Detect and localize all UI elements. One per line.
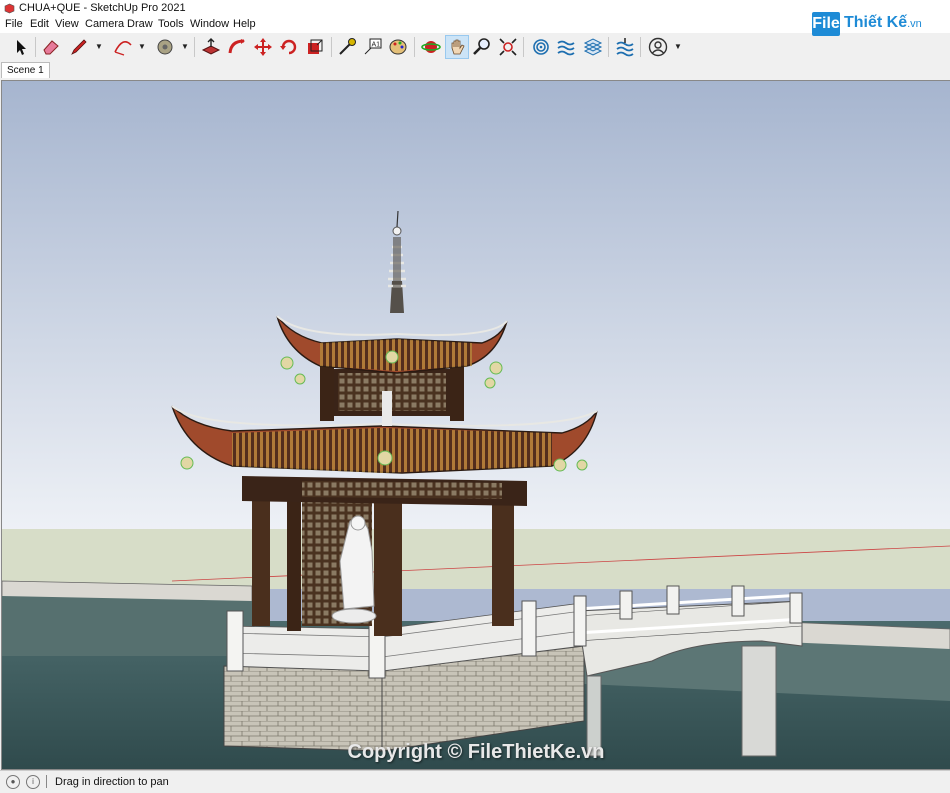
chevron-down-icon[interactable]: ▼ <box>95 42 103 51</box>
tape-measure-button[interactable] <box>336 36 358 58</box>
status-divider <box>46 775 47 788</box>
menu-tools[interactable]: Tools <box>158 18 184 30</box>
move-tool-button[interactable] <box>252 36 274 58</box>
main-toolbar: ▼ ▼ ▼ A1 ▼ <box>0 33 950 63</box>
orbit-tool-button[interactable] <box>420 36 442 58</box>
title-bar: CHUA+QUE - SketchUp Pro 2021 <box>0 0 950 17</box>
sandbox-scratch-button[interactable] <box>555 36 577 58</box>
move-arrows-icon <box>254 38 272 56</box>
user-account-button[interactable] <box>647 36 669 58</box>
menu-camera[interactable]: Camera <box>85 18 124 30</box>
text-label-icon: A1 <box>364 38 382 55</box>
chevron-down-icon[interactable]: ▼ <box>674 42 682 51</box>
zoom-extents-button[interactable] <box>497 36 519 58</box>
scene-tab[interactable]: Scene 1 <box>1 62 50 78</box>
paint-tool-button[interactable] <box>387 36 409 58</box>
zoom-tool-button[interactable] <box>471 36 493 58</box>
menu-help[interactable]: Help <box>233 18 256 30</box>
toolbar-separator <box>640 37 641 57</box>
push-pull-icon <box>201 38 221 55</box>
user-account-icon <box>648 37 668 57</box>
toolbar-separator <box>523 37 524 57</box>
stamp-icon <box>583 38 603 56</box>
toolbar-separator <box>194 37 195 57</box>
follow-me-button[interactable] <box>226 36 248 58</box>
eraser-icon <box>43 40 59 55</box>
eraser-tool-button[interactable] <box>40 36 62 58</box>
sandbox-grid-icon <box>557 40 575 56</box>
menu-file[interactable]: File <box>5 18 23 30</box>
push-pull-button[interactable] <box>200 36 222 58</box>
paint-bucket-button[interactable] <box>154 36 176 58</box>
menu-window[interactable]: Window <box>190 18 229 30</box>
select-tool-button[interactable] <box>9 36 31 58</box>
info-icon[interactable]: i <box>26 775 40 789</box>
select-arrow-icon <box>17 40 26 55</box>
sketchup-app-icon <box>4 3 15 14</box>
status-message: Drag in direction to pan <box>55 776 169 788</box>
toolbar-separator <box>608 37 609 57</box>
chevron-down-icon[interactable]: ▼ <box>181 42 189 51</box>
sandbox-contours-icon <box>533 39 549 55</box>
pan-tool-button[interactable] <box>445 35 469 59</box>
model-viewport[interactable]: Copyright © FileThietKe.vn <box>1 80 950 770</box>
copyright-watermark: Copyright © FileThietKe.vn <box>347 741 605 763</box>
drape-icon <box>616 38 634 57</box>
stamp-tool-button[interactable] <box>582 36 604 58</box>
geolocation-icon[interactable]: ● <box>6 775 20 789</box>
drape-tool-button[interactable] <box>614 36 636 58</box>
toolbar-separator <box>414 37 415 57</box>
text-tool-button[interactable]: A1 <box>362 36 384 58</box>
status-bar: ● i Drag in direction to pan <box>0 770 950 793</box>
sandbox-contours-button[interactable] <box>530 36 552 58</box>
menu-edit[interactable]: Edit <box>30 18 49 30</box>
line-tool-button[interactable] <box>68 36 90 58</box>
toolbar-separator <box>35 37 36 57</box>
window-title: CHUA+QUE - SketchUp Pro 2021 <box>19 2 186 14</box>
follow-me-icon <box>228 39 245 54</box>
menu-view[interactable]: View <box>55 18 79 30</box>
pagoda-scene-render <box>2 81 950 769</box>
paint-bucket-icon <box>157 39 173 55</box>
scale-tool-button[interactable] <box>304 36 326 58</box>
palette-icon <box>389 39 407 55</box>
menu-bar: File Edit View Camera Draw Tools Window … <box>0 17 950 33</box>
orbit-icon <box>421 41 441 53</box>
rotate-icon <box>280 39 297 55</box>
magnifier-icon <box>473 38 490 55</box>
logo-box: File <box>812 12 840 36</box>
rotate-tool-button[interactable] <box>278 36 300 58</box>
arc-icon <box>114 40 132 56</box>
scene-tabs-bar: Scene 1 <box>0 62 950 78</box>
arc-tool-button[interactable] <box>112 36 134 58</box>
svg-text:A1: A1 <box>372 42 381 49</box>
zoom-extents-icon <box>499 38 517 56</box>
pan-hand-icon <box>451 39 465 55</box>
pencil-icon <box>71 39 87 55</box>
scale-icon <box>308 39 323 54</box>
toolbar-separator <box>331 37 332 57</box>
chevron-down-icon[interactable]: ▼ <box>138 42 146 51</box>
logo-text: Thiết Kế.vn <box>844 14 922 31</box>
tape-measure-icon <box>339 38 356 55</box>
menu-draw[interactable]: Draw <box>127 18 153 30</box>
